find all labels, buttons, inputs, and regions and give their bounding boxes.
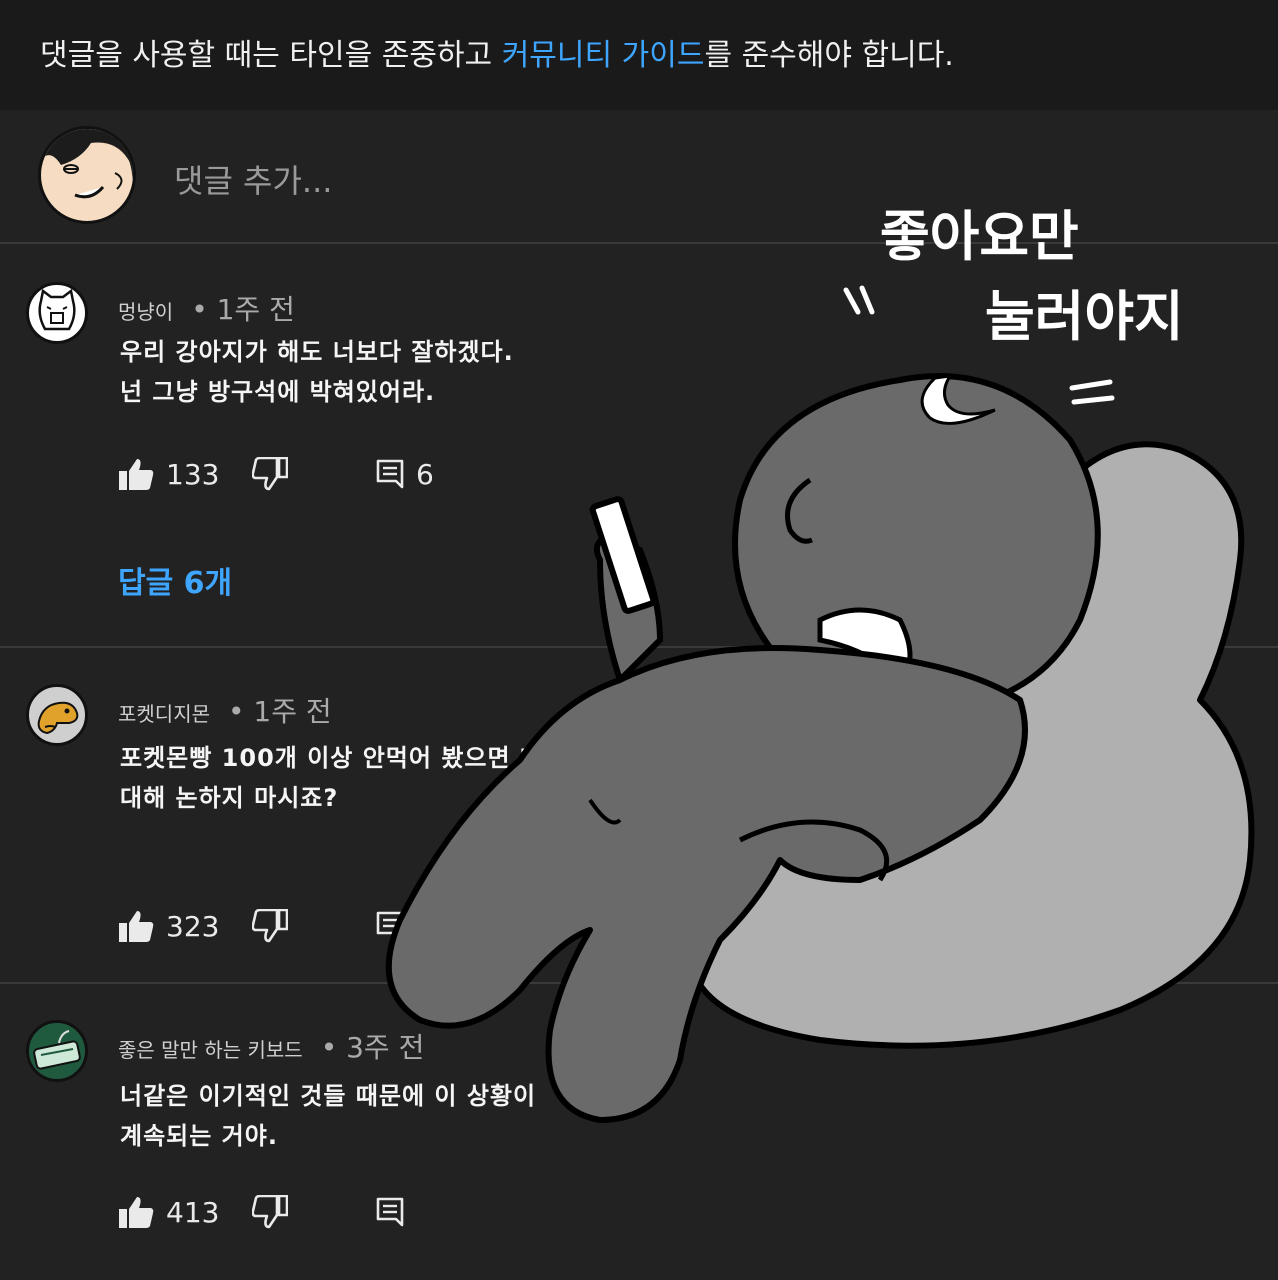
cartoon-overlay: 좋아요만 눌러야지 bbox=[385, 205, 1255, 1123]
cartoon-caption-line2: 눌러야지 bbox=[985, 285, 1184, 348]
cartoon-caption-line1: 좋아요만 bbox=[880, 205, 1079, 268]
